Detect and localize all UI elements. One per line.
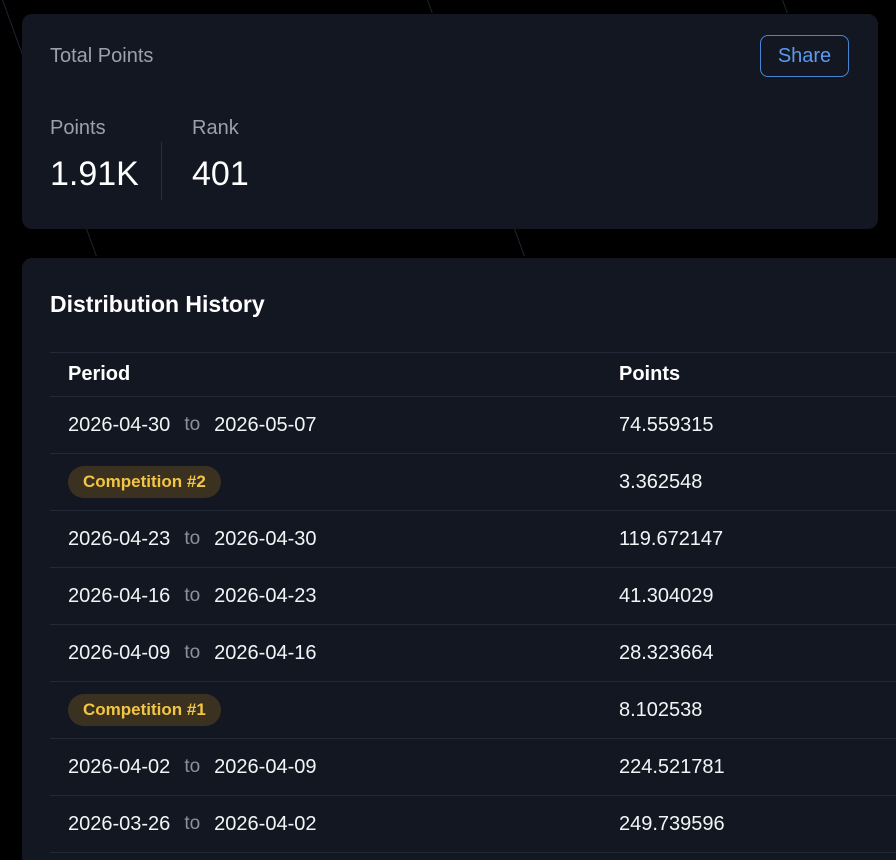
total-points-card: Total Points Share Points 1.91K Rank 401 bbox=[22, 14, 878, 229]
period-cell: 2026-04-02 to 2026-04-09 bbox=[68, 739, 316, 795]
period-start: 2026-04-02 bbox=[68, 755, 171, 778]
distribution-history-title: Distribution History bbox=[50, 291, 265, 317]
table-row: 2026-04-02 to 2026-04-09 224.521781 bbox=[50, 739, 896, 796]
period-end: 2026-04-23 bbox=[214, 584, 317, 607]
period-end: 2026-04-16 bbox=[214, 641, 317, 664]
period-separator: to bbox=[184, 756, 201, 777]
column-header-period: Period bbox=[68, 363, 131, 385]
table-row: 2026-04-09 to 2026-04-16 28.323664 bbox=[50, 625, 896, 682]
share-button[interactable]: Share bbox=[760, 35, 849, 77]
period-end: 2026-04-02 bbox=[214, 812, 317, 835]
period-separator: to bbox=[184, 585, 201, 606]
period-separator: to bbox=[184, 813, 201, 834]
table-header-row: Period Points bbox=[50, 353, 896, 397]
period-cell: 2026-04-23 to 2026-04-30 bbox=[68, 511, 316, 567]
points-cell: 8.102538 bbox=[619, 698, 703, 721]
period-start: 2026-04-09 bbox=[68, 641, 171, 664]
distribution-table: Period Points 2026-04-30 to 2026-05-07 7… bbox=[50, 352, 896, 853]
period-cell: 2026-04-30 to 2026-05-07 bbox=[68, 397, 316, 453]
table-row: 2026-03-26 to 2026-04-02 249.739596 bbox=[50, 796, 896, 853]
rank-stat: Rank 401 bbox=[192, 116, 249, 194]
points-cell: 3.362548 bbox=[619, 470, 703, 493]
background-stripe bbox=[782, 0, 788, 14]
points-cell: 249.739596 bbox=[619, 812, 725, 835]
period-cell: Competition #1 bbox=[68, 682, 221, 738]
table-row: 2026-04-16 to 2026-04-23 41.304029 bbox=[50, 568, 896, 625]
table-row: 2026-04-30 to 2026-05-07 74.559315 bbox=[50, 397, 896, 454]
points-stat: Points 1.91K bbox=[50, 116, 139, 194]
total-points-title: Total Points bbox=[50, 45, 154, 67]
background-stripe bbox=[514, 228, 525, 257]
rank-value: 401 bbox=[192, 155, 249, 193]
period-separator: to bbox=[184, 528, 201, 549]
points-cell: 224.521781 bbox=[619, 755, 725, 778]
points-cell: 119.672147 bbox=[619, 527, 724, 550]
period-end: 2026-05-07 bbox=[214, 413, 317, 436]
points-cell: 41.304029 bbox=[619, 584, 714, 607]
period-start: 2026-04-23 bbox=[68, 527, 171, 550]
period-end: 2026-04-09 bbox=[214, 755, 317, 778]
table-row: 2026-04-23 to 2026-04-30 119.672147 bbox=[50, 511, 896, 568]
period-start: 2026-04-16 bbox=[68, 584, 171, 607]
period-separator: to bbox=[184, 642, 201, 663]
period-cell: 2026-04-09 to 2026-04-16 bbox=[68, 625, 316, 681]
period-start: 2026-03-26 bbox=[68, 812, 171, 835]
competition-badge: Competition #1 bbox=[68, 694, 221, 726]
period-cell: 2026-04-16 to 2026-04-23 bbox=[68, 568, 316, 624]
period-start: 2026-04-30 bbox=[68, 413, 171, 436]
period-cell: Competition #2 bbox=[68, 454, 221, 510]
period-separator: to bbox=[184, 414, 201, 435]
table-row: Competition #1 8.102538 bbox=[50, 682, 896, 739]
background-stripe bbox=[86, 228, 97, 257]
distribution-history-card: Distribution History Period Points 2026-… bbox=[22, 258, 896, 860]
points-cell: 28.323664 bbox=[619, 641, 714, 664]
background-stripe bbox=[427, 0, 433, 14]
rank-label: Rank bbox=[192, 117, 239, 139]
table-row: Competition #2 3.362548 bbox=[50, 454, 896, 511]
points-value: 1.91K bbox=[50, 155, 139, 193]
competition-badge: Competition #2 bbox=[68, 466, 221, 498]
period-cell: 2026-03-26 to 2026-04-02 bbox=[68, 796, 316, 852]
points-cell: 74.559315 bbox=[619, 413, 714, 436]
period-end: 2026-04-30 bbox=[214, 527, 317, 550]
stat-divider bbox=[161, 142, 162, 200]
points-label: Points bbox=[50, 117, 106, 139]
column-header-points: Points bbox=[619, 363, 681, 385]
